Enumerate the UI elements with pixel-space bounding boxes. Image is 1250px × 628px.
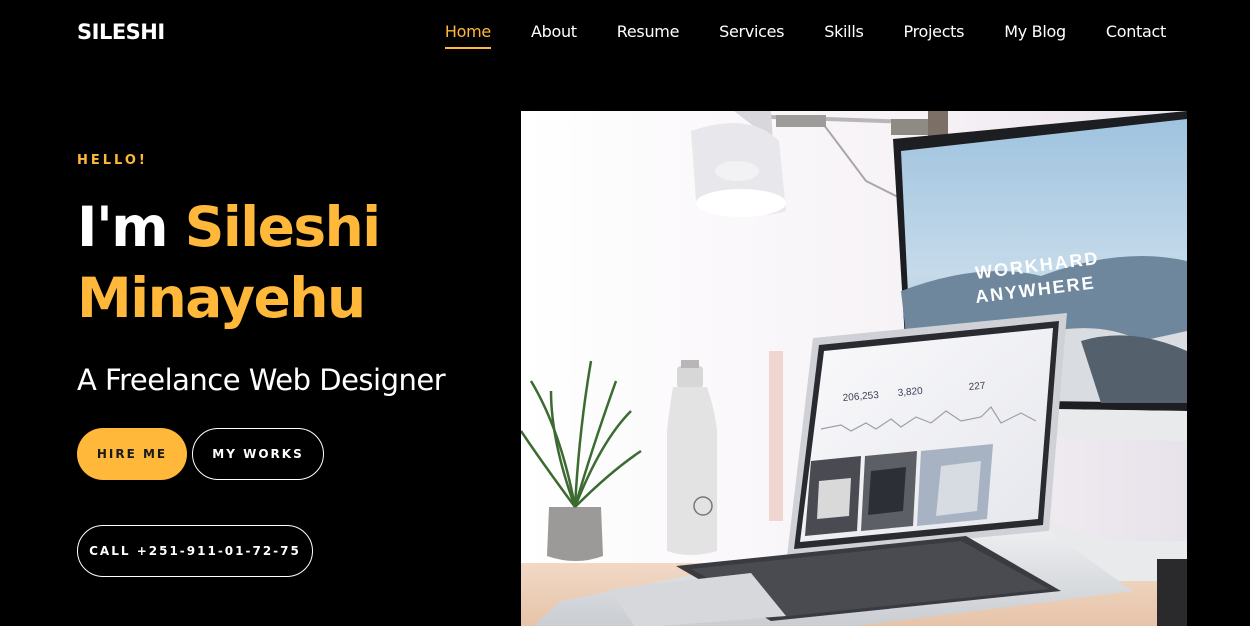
- hire-me-button[interactable]: HIRE ME: [77, 428, 187, 480]
- nav-resume[interactable]: Resume: [617, 22, 680, 49]
- main-nav: Home About Resume Services Skills Projec…: [444, 22, 1166, 49]
- hero-greeting: HELLO!: [77, 153, 148, 168]
- page: SILESHI Home About Resume Services Skill…: [0, 0, 1250, 628]
- hero-first-name: Sileshi: [184, 195, 381, 259]
- laptop-stat-3: 227: [968, 381, 986, 393]
- nav-services[interactable]: Services: [719, 22, 784, 49]
- call-button[interactable]: CALL +251-911-01-72-75: [77, 525, 313, 577]
- laptop-stat-2: 3,820: [897, 386, 923, 399]
- site-header: SILESHI Home About Resume Services Skill…: [0, 0, 1250, 68]
- nav-about[interactable]: About: [531, 22, 577, 49]
- nav-projects[interactable]: Projects: [904, 22, 965, 49]
- nav-skills[interactable]: Skills: [824, 22, 864, 49]
- site-logo[interactable]: SILESHI: [77, 20, 165, 44]
- hero-photo: WORKHARD ANYWHERE 206,253 3,820 227: [521, 111, 1187, 628]
- my-works-button[interactable]: MY WORKS: [192, 428, 324, 480]
- hero-last-name: Minayehu: [77, 266, 366, 330]
- hero-subtitle: A Freelance Web Designer: [77, 363, 446, 397]
- nav-contact[interactable]: Contact: [1106, 22, 1166, 49]
- hero-intro: I'm: [77, 195, 185, 259]
- nav-my-blog[interactable]: My Blog: [1004, 22, 1066, 49]
- hero-headline: I'm Sileshi Minayehu: [77, 192, 507, 334]
- nav-home[interactable]: Home: [444, 22, 491, 49]
